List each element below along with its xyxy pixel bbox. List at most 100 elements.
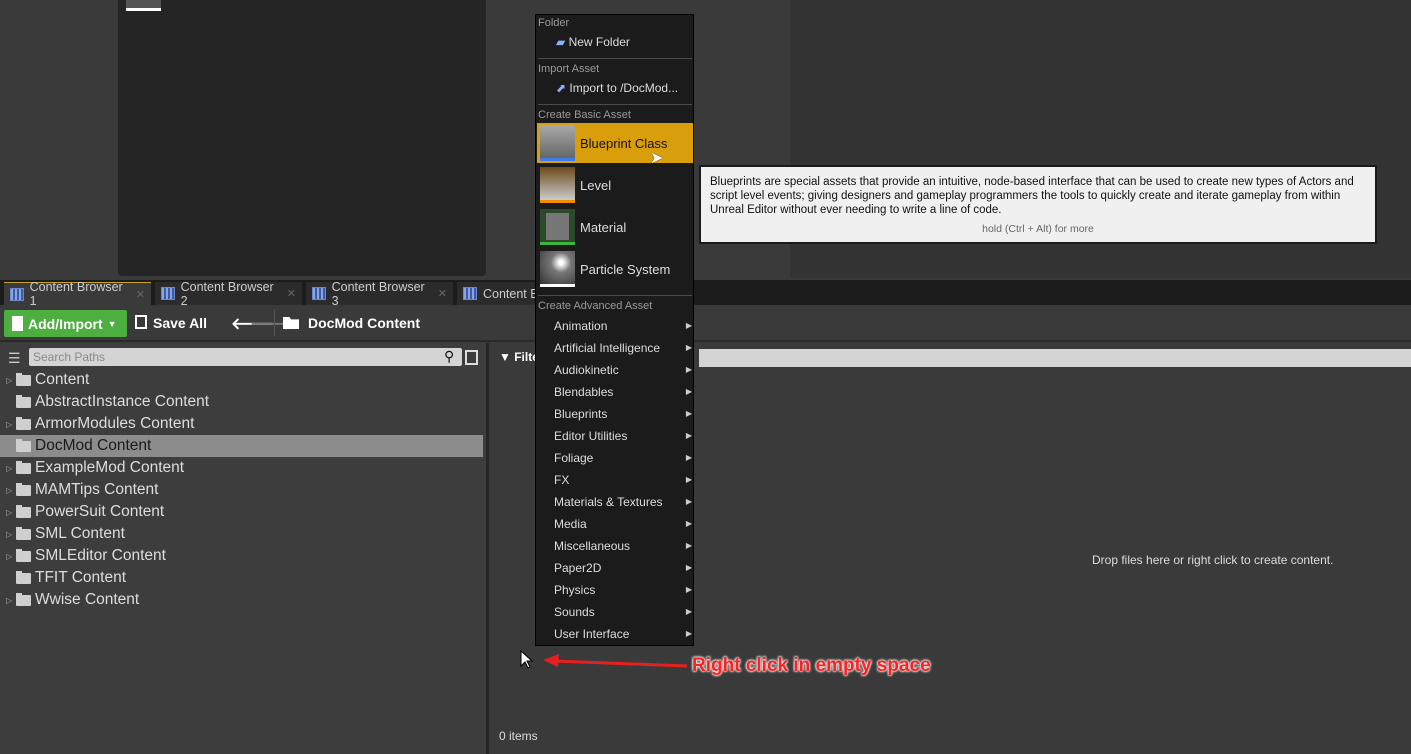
label: Miscellaneous	[554, 539, 631, 553]
menu-header-import: Import Asset	[538, 63, 600, 75]
menu-item-import[interactable]: ⬈ Import to /DocMod...	[556, 81, 678, 95]
tab-label: Content Browser 3	[331, 279, 425, 308]
mouse-cursor-icon: ➤	[650, 150, 664, 167]
tab-content-browser-3[interactable]: Content Browser 3 ✕	[306, 279, 453, 308]
menu-item-advanced[interactable]: Audiokinetic ▶	[554, 363, 694, 377]
add-import-button[interactable]: Add/Import ▼	[4, 310, 127, 337]
menu-item-advanced[interactable]: Foliage ▶	[554, 451, 694, 465]
menu-item-advanced[interactable]: Artificial Intelligence ▶	[554, 341, 694, 355]
menu-item-advanced[interactable]: Editor Utilities ▶	[554, 429, 694, 443]
close-icon[interactable]: ✕	[287, 287, 296, 300]
submenu-arrow-icon: ▶	[685, 541, 692, 550]
menu-item-advanced[interactable]: FX ▶	[554, 473, 694, 487]
path-item[interactable]: ▷ Content	[0, 369, 483, 391]
label: Materials & Textures	[554, 495, 663, 509]
label: Audiokinetic	[554, 363, 619, 377]
new-folder-icon: ▰	[556, 35, 566, 49]
collapse-sources-icon[interactable]: ☰	[8, 350, 21, 367]
content-browser-icon	[10, 287, 24, 301]
label: Paper2D	[554, 561, 602, 575]
expand-icon[interactable]: ▷	[6, 486, 14, 495]
tab-content-browser-1[interactable]: Content Browser 1 ✕	[4, 280, 151, 308]
menu-item-advanced[interactable]: Sounds ▶	[554, 605, 694, 619]
menu-item-advanced[interactable]: Blendables ▶	[554, 385, 694, 399]
folder-icon	[16, 438, 31, 452]
path-item[interactable]: ▷ Wwise Content	[0, 589, 483, 611]
submenu-arrow-icon: ▶	[685, 607, 692, 616]
path-item[interactable]: ▷ ExampleMod Content	[0, 457, 483, 479]
asset-thumbnail[interactable]	[126, 0, 161, 11]
expand-icon[interactable]: ▷	[6, 596, 14, 605]
submenu-arrow-icon: ▶	[685, 321, 692, 330]
breadcrumb-path[interactable]: DocMod Content	[308, 315, 420, 331]
expand-icon[interactable]: ▷	[6, 552, 14, 561]
search-icon[interactable]: ⚲	[444, 348, 454, 365]
folder-icon	[16, 372, 31, 386]
import-icon: ⬈	[556, 81, 567, 95]
path-item[interactable]: ▷ ArmorModules Content	[0, 413, 483, 435]
menu-header-advanced: Create Advanced Asset	[538, 300, 653, 312]
view-options-icon[interactable]	[465, 350, 478, 365]
level-icon	[540, 167, 575, 203]
expand-icon[interactable]: ▷	[6, 464, 14, 473]
item-count: 0 items	[499, 729, 538, 743]
menu-item-advanced[interactable]: Materials & Textures ▶	[554, 495, 694, 509]
search-paths-input[interactable]: Search Paths	[29, 348, 462, 366]
menu-item-advanced[interactable]: Paper2D ▶	[554, 561, 694, 575]
close-icon[interactable]: ✕	[136, 288, 145, 301]
menu-header-basic: Create Basic Asset	[538, 109, 631, 121]
label: Physics	[554, 583, 596, 597]
menu-item-advanced[interactable]: Media ▶	[554, 517, 694, 531]
label: Particle System	[580, 261, 671, 277]
path-item[interactable]: DocMod Content	[0, 435, 483, 457]
path-item[interactable]: ▷ SMLEditor Content	[0, 545, 483, 567]
folder-icon	[16, 548, 31, 562]
menu-item-material[interactable]: Material	[537, 207, 693, 247]
submenu-arrow-icon: ▶	[685, 409, 692, 418]
arrow-head	[543, 654, 559, 667]
path-label: MAMTips Content	[35, 481, 159, 498]
folder-icon	[16, 416, 31, 430]
menu-item-particle-system[interactable]: Particle System	[537, 249, 693, 289]
submenu-arrow-icon: ▶	[685, 343, 692, 352]
submenu-arrow-icon: ▶	[685, 431, 692, 440]
tab-bar: Content Browser 1 ✕ Content Browser 2 ✕ Co…	[0, 279, 1411, 308]
close-icon[interactable]: ✕	[438, 287, 447, 300]
menu-item-advanced[interactable]: Physics ▶	[554, 583, 694, 597]
path-label: AbstractInstance Content	[35, 393, 210, 410]
menu-item-advanced[interactable]: Blueprints ▶	[554, 407, 694, 421]
separator	[538, 295, 692, 296]
particle-icon	[540, 251, 575, 287]
menu-item-advanced[interactable]: User Interface ▶	[554, 627, 694, 641]
path-item[interactable]: AbstractInstance Content	[0, 391, 483, 413]
expand-icon[interactable]: ▷	[6, 376, 14, 385]
menu-item-new-folder[interactable]: ▰ New Folder	[556, 35, 630, 49]
menu-item-level[interactable]: Level	[537, 165, 693, 205]
folder-icon	[16, 460, 31, 474]
menu-item-blueprint-class[interactable]: Blueprint Class	[537, 123, 693, 163]
submenu-arrow-icon: ▶	[685, 453, 692, 462]
divider	[274, 310, 275, 336]
path-label: PowerSuit Content	[35, 503, 165, 520]
menu-item-advanced[interactable]: Animation ▶	[554, 319, 694, 333]
annotation-text: Right click in empty space	[692, 655, 931, 676]
path-item[interactable]: ▷ MAMTips Content	[0, 479, 483, 501]
path-label: Content	[35, 371, 90, 388]
tooltip-text: Blueprints are special assets that provi…	[710, 176, 1354, 216]
path-item[interactable]: ▷ PowerSuit Content	[0, 501, 483, 523]
content-browser-icon	[463, 287, 477, 300]
label: Artificial Intelligence	[554, 341, 661, 355]
label: Foliage	[554, 451, 594, 465]
separator	[538, 58, 692, 59]
expand-icon[interactable]: ▷	[6, 530, 14, 539]
menu-item-advanced[interactable]: Miscellaneous ▶	[554, 539, 694, 553]
save-all-button[interactable]: Save All	[153, 315, 207, 331]
path-item[interactable]: TFIT Content	[0, 567, 483, 589]
path-item[interactable]: ▷ SML Content	[0, 523, 483, 545]
tab-label: Content Browser 1	[29, 280, 123, 308]
expand-icon[interactable]: ▷	[6, 420, 14, 429]
search-assets-input[interactable]	[699, 349, 1411, 367]
submenu-arrow-icon: ▶	[685, 563, 692, 572]
expand-icon[interactable]: ▷	[6, 508, 14, 517]
tab-content-browser-2[interactable]: Content Browser 2 ✕	[155, 280, 302, 308]
